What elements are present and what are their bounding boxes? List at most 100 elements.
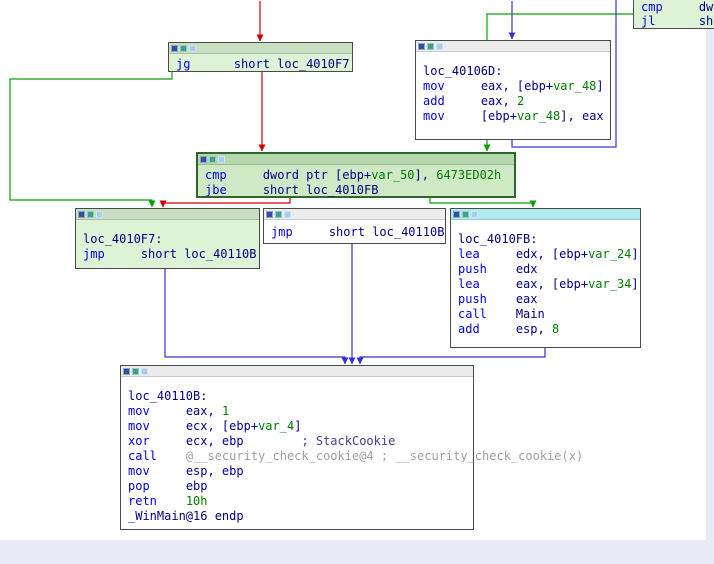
asm-token: call [458,307,487,321]
asm-token: push [458,262,487,276]
asm-line[interactable]: lea eax, [ebp+var_34] [458,277,640,292]
window-icon[interactable] [453,210,460,218]
canvas-outside-right [706,29,714,540]
asm-line[interactable]: push edx [458,262,640,277]
node-title-bar[interactable] [416,41,610,52]
basic-block-loc-4010F7[interactable]: loc_4010F7: jmp short loc_40110B [75,208,260,269]
asm-line[interactable]: call Main [458,307,640,322]
basic-block-cmp-jbe-selected[interactable]: cmp dword ptr [ebp+var_50], 6473ED02h jbe… [196,152,516,198]
asm-token: Main [515,307,545,321]
asm-line[interactable]: add eax, 2 [423,94,610,109]
color-swatch-icon[interactable] [436,42,443,50]
asm-token [445,109,481,123]
color-swatch-icon[interactable] [471,210,478,218]
color-swatch-icon[interactable] [141,367,148,375]
window-icon[interactable] [418,42,425,50]
node-title-bar[interactable] [76,209,259,220]
color-swatch-icon[interactable] [218,155,225,163]
asm-token: mov [128,464,150,478]
chart-icon[interactable] [209,155,216,163]
asm-token: cmp [641,0,663,14]
basic-block-loc-40106D[interactable]: loc_40106D: mov eax, [ebp+var_48] add eax,… [415,40,611,140]
chart-icon[interactable] [87,210,94,218]
asm-line[interactable]: mov eax, 1 [128,404,473,419]
asm-line[interactable]: cmp dword ptr [ebp+var_50], 6473ED02h [205,168,514,183]
asm-line[interactable]: _WinMain@16 endp [128,509,473,524]
asm-line[interactable]: lea edx, [ebp+var_24] [458,247,640,262]
asm-line[interactable]: loc_4010F7: [83,232,259,247]
node-code: cmp dwojl sho [634,0,714,28]
node-title-bar[interactable] [264,209,445,220]
asm-token: mov [128,404,150,418]
edge-jump-loc-4010F7-into-loc-40110B [164,269,349,365]
node-title-bar[interactable] [121,366,473,377]
asm-token: jmp [83,247,105,261]
asm-line[interactable]: loc_4010FB: [458,232,640,247]
asm-token: mov [423,109,445,123]
color-swatch-icon[interactable] [284,210,291,218]
asm-line[interactable]: add esp, 8 [458,322,640,337]
window-icon[interactable] [171,44,178,52]
chart-icon[interactable] [275,210,282,218]
window-icon[interactable] [200,155,207,163]
asm-token: add [423,94,445,108]
chart-icon[interactable] [132,367,139,375]
asm-line[interactable]: push eax [458,292,640,307]
node-code: jg short loc_4010F7 [169,54,352,72]
asm-token [293,225,329,239]
basic-block-loc-40110B[interactable]: loc_40110B: mov eax, 1 mov ecx, [ebp+var_4… [120,365,583,530]
asm-line[interactable]: xor ecx, ebp ; StackCookie [128,434,473,449]
basic-block-jmp[interactable]: jmp short loc_40110B [263,208,446,244]
asm-token: ], eax [560,109,604,123]
asm-token [487,307,516,321]
basic-block-jg[interactable]: jg short loc_4010F7 [168,42,353,72]
chart-icon[interactable] [180,44,187,52]
color-swatch-icon[interactable] [189,44,196,52]
node-title-bar[interactable] [198,154,514,165]
asm-line[interactable]: loc_40110B: [128,389,473,404]
chart-icon[interactable] [462,210,469,218]
asm-token [374,449,381,463]
asm-line[interactable]: mov esp, ebp [128,464,473,479]
chart-icon[interactable] [427,42,434,50]
asm-line[interactable]: retn 10h [128,494,473,509]
asm-token [445,94,481,108]
window-icon[interactable] [266,210,273,218]
node-code: cmp dword ptr [ebp+var_50], 6473ED02h jbe… [198,165,514,198]
asm-line[interactable]: jbe short loc_4010FB [205,183,514,198]
asm-token [487,262,516,276]
asm-token: push [458,292,487,306]
node-title-bar[interactable] [169,43,352,54]
node-title-bar[interactable] [451,209,640,220]
asm-line[interactable]: mov [ebp+var_48], eax [423,109,610,124]
color-swatch-icon[interactable] [96,210,103,218]
asm-line[interactable]: loc_40106D: [423,64,610,79]
window-icon[interactable] [78,210,85,218]
asm-line[interactable]: mov eax, [ebp+var_48] [423,79,610,94]
asm-token: loc_40106D: [423,64,503,78]
asm-token: eax [515,292,538,306]
asm-token: mov [423,79,445,93]
asm-token: short [262,183,307,197]
asm-line[interactable]: jmp short loc_40110B [83,247,259,262]
asm-token: ; __security_check_cookie(x) [380,449,584,463]
window-icon[interactable] [123,367,130,375]
asm-token: ebp [185,479,208,493]
asm-line[interactable]: cmp dwo [641,0,714,14]
asm-line[interactable]: call @__security_check_cookie@4 ; __secu… [128,449,583,464]
asm-token: 2 [516,94,525,108]
basic-block-jl-clipped[interactable]: cmp dwojl sho [633,0,714,29]
asm-line[interactable]: mov ecx, [ebp+var_4] [128,419,473,434]
asm-token [150,419,186,433]
asm-token: xor [128,434,150,448]
asm-token [227,183,263,197]
asm-line[interactable]: pop ebp [128,479,473,494]
asm-token: loc_40110B [184,247,257,261]
asm-line[interactable]: jmp short loc_40110B [271,225,445,240]
asm-token: 1 [221,404,230,418]
asm-line[interactable]: jg short loc_4010F7 [176,57,352,72]
asm-token [150,464,186,478]
asm-line[interactable]: jl sho [641,14,714,28]
asm-token: esp, [515,322,552,336]
basic-block-loc-4010FB[interactable]: loc_4010FB: lea edx, [ebp+var_24] push edx… [450,208,641,348]
